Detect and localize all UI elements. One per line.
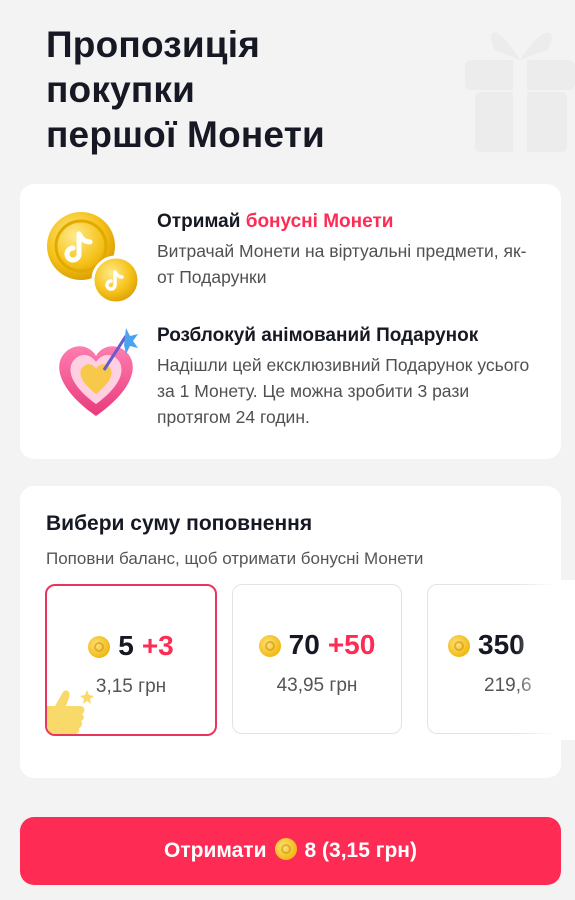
benefit-title: Розблокуй анімований Подарунок [157,325,479,346]
coins-icon [47,212,141,305]
package-option-70[interactable]: 70 +50 43,95 грн [232,584,402,734]
recharge-subtitle: Поповни баланс, щоб отримати бонусні Мон… [46,549,424,568]
coin-icon [88,635,111,658]
coin-icon [448,634,470,657]
package-price: 43,95 грн [276,675,358,696]
title-line: Пропозиція [46,24,261,65]
benefit-description: Надішли цей ексклюзивний Подарунок усьог… [157,355,530,427]
cta-prefix: Отримати [164,839,267,862]
benefit-text: Розблокуй анімований Подарунок Надішли ц… [157,324,541,430]
package-bonus: +50 [327,629,376,660]
benefit-description: Витрачай Монети на віртуальні предмети, … [157,241,527,287]
coin-icon [274,838,297,861]
cta-suffix: 8 (3,15 грн) [304,839,417,862]
package-coins: 70 [288,629,320,660]
recharge-title: Вибери суму поповнення [46,512,313,535]
package-coins: 5 [118,630,134,661]
page-title: Пропозиція покупки першої Монети [46,22,325,157]
coin-icon [258,634,281,657]
title-line: першої Монети [46,114,325,155]
package-bonus: +3 [141,630,174,661]
package-amount: 5 +3 [47,630,215,662]
benefits-card: Отримай бонусні Монети Витрачай Монети н… [20,184,561,459]
package-option-5[interactable]: 5 +3 3,15 грн [45,584,217,736]
heart-gift-icon [59,328,138,416]
thumbs-up-icon [47,690,94,734]
recharge-card: Вибери суму поповнення Поповни баланс, щ… [20,486,575,778]
benefit-text: Отримай бонусні Монети Витрачай Монети н… [157,210,541,290]
title-line: покупки [46,69,196,110]
benefit-title-prefix: Отримай [157,211,246,232]
scroll-fade [515,580,575,740]
package-amount: 70 +50 [233,629,401,661]
gift-background-icon [465,32,575,155]
benefit-title: Отримай бонусні Монети [157,210,541,234]
benefit-title-accent: бонусні Монети [245,211,394,232]
get-coins-button[interactable]: Отримати 8 (3,15 грн) [20,817,561,885]
